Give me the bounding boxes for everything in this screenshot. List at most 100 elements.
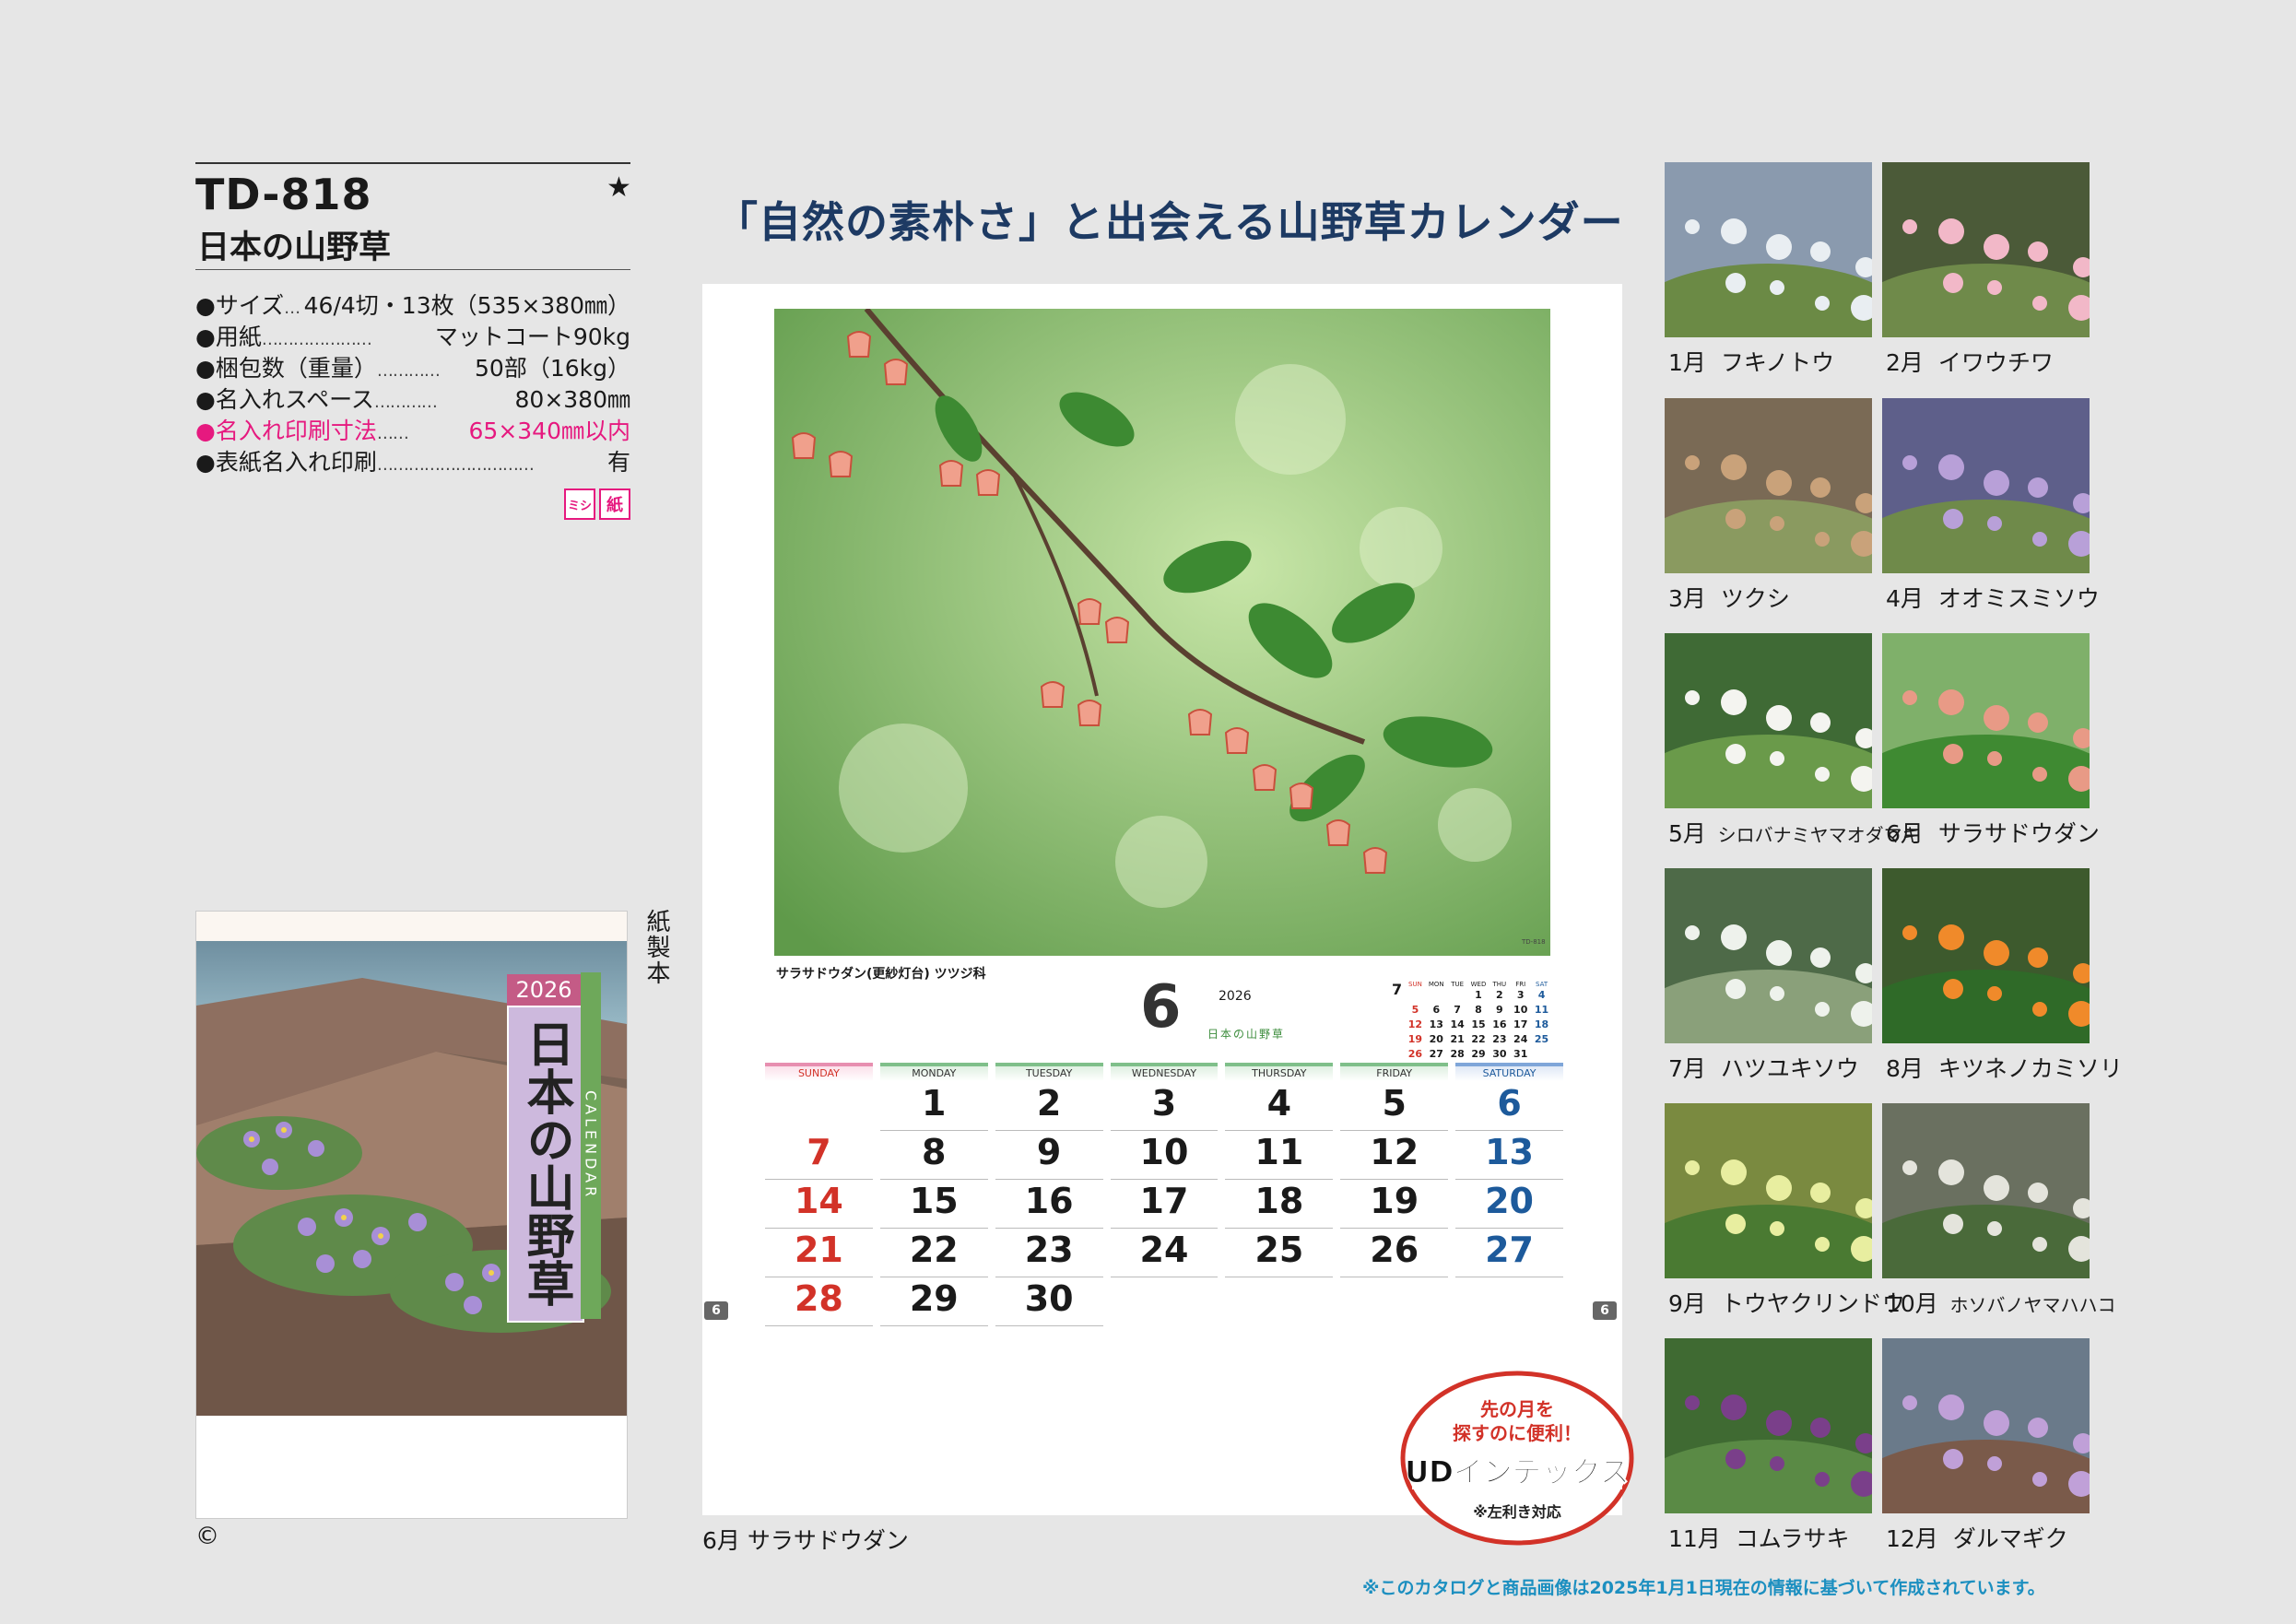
month-label-sep <box>1706 824 1718 846</box>
day-cell <box>1225 1277 1333 1325</box>
thumbnail-photo <box>1665 1338 1872 1513</box>
mini-day: 18 <box>1534 1018 1549 1030</box>
day-cell: 11 <box>1225 1131 1334 1180</box>
day-number: 24 <box>1139 1230 1189 1270</box>
month-label-month: 11月 <box>1668 1525 1721 1552</box>
day-number: 15 <box>909 1181 959 1221</box>
mini-day: 28 <box>1450 1048 1465 1060</box>
day-cell: 28 <box>765 1277 873 1326</box>
day-cell: 25 <box>1225 1229 1334 1277</box>
month-thumbnail <box>1882 1103 2090 1278</box>
month-label: 5月 シロバナミヤマオダマキ <box>1668 816 1921 849</box>
month-label-month: 6月 <box>1886 820 1924 847</box>
month-label-sep <box>1924 1055 1938 1082</box>
mini-day: 5 <box>1411 1004 1419 1016</box>
day-cell: 15 <box>879 1180 988 1229</box>
day-number: 28 <box>794 1278 843 1319</box>
day-cell: 29 <box>879 1277 988 1326</box>
material-badge: ミシ <box>564 488 595 520</box>
spec-value: 50部（16kg） <box>475 355 630 382</box>
thumbnail-photo <box>1882 162 2090 337</box>
product-code: TD-818 <box>195 170 372 219</box>
ud-badge-line2: 探すのに便利！ <box>1453 1422 1582 1444</box>
spec-label: ●梱包数（重量） <box>195 355 377 382</box>
day-cell: 9 <box>995 1131 1103 1180</box>
weekday-label: FRIDAY <box>1340 1063 1449 1081</box>
star-mark: ★ <box>606 171 631 204</box>
weekday-header: SUNDAY MONDAY TUESDAY WEDNESDAY THURSDAY FRID… <box>765 1063 1563 1081</box>
mini-day: 19 <box>1407 1033 1423 1045</box>
day-cell <box>1340 1277 1448 1325</box>
mini-weekday: SAT <box>1536 981 1548 988</box>
month-thumbnail <box>1665 1338 1872 1513</box>
ud-index-tab-right: 6 <box>1593 1301 1617 1320</box>
month-label-flower: サラサドウダン <box>1937 820 2100 847</box>
mini-weekday: THU <box>1492 981 1507 988</box>
mini-day: 12 <box>1407 1018 1423 1030</box>
mini-day: 29 <box>1471 1048 1486 1060</box>
calendar-sheet: TD-818 サラサドウダン(更紗灯台) ツツジ科 6 2026 日本の山野草 … <box>702 284 1622 1515</box>
month-label-month: 3月 <box>1668 585 1706 612</box>
day-cell: 2 <box>995 1082 1103 1131</box>
day-cell: 17 <box>1110 1180 1219 1229</box>
ud-badge-note: ※左利き対応 <box>1473 1503 1561 1521</box>
day-cell <box>1111 1277 1219 1325</box>
day-number: 19 <box>1370 1181 1419 1221</box>
month-label-sep <box>1721 1525 1736 1552</box>
weekday-label: MONDAY <box>879 1063 988 1081</box>
mini-day: 2 <box>1496 989 1503 1001</box>
month-label-month: 9月 <box>1668 1290 1706 1317</box>
spec-label: ●用紙 <box>195 324 262 350</box>
month-label-sep <box>1938 1525 1953 1552</box>
thumbnail-photo <box>1665 162 1872 337</box>
month-label-flower: イワウチワ <box>1937 349 2054 376</box>
spec-list: ●サイズ… 46/4切・13枚（535×380㎜） ●用紙………………… マットコート… <box>195 288 630 476</box>
month-label-flower: トウヤクリンドウ <box>1720 1290 1905 1317</box>
mini-day: 26 <box>1407 1048 1423 1060</box>
month-label: 4月 オオミスミソウ <box>1886 581 2100 614</box>
weekday-label: WEDNESDAY <box>1110 1063 1219 1081</box>
mini-day: 30 <box>1492 1048 1507 1060</box>
mini-day <box>1531 1047 1552 1062</box>
thumbnail-photo <box>1882 633 2090 808</box>
weekday-label: THURSDAY <box>1225 1063 1334 1081</box>
day-cell: 20 <box>1455 1180 1563 1229</box>
thumbnail-photo <box>1882 398 2090 573</box>
spec-leader: …… <box>376 424 409 443</box>
weekday-label: SUNDAY <box>765 1063 873 1081</box>
day-number: 7 <box>807 1132 831 1172</box>
ud-badge-line1: 先の月を <box>1480 1398 1554 1420</box>
day-cell: 7 <box>765 1131 873 1180</box>
month-thumbnail <box>1665 162 1872 337</box>
day-number: 20 <box>1485 1181 1534 1221</box>
mini-day: 24 <box>1513 1033 1528 1045</box>
spec-leader: ………………… <box>261 330 372 349</box>
month-label-month: 12月 <box>1886 1525 1938 1552</box>
thumbnail-photo <box>1665 868 1872 1043</box>
day-cell: 27 <box>1455 1229 1563 1277</box>
spec-value: 65×340㎜以内 <box>468 418 630 444</box>
mini-day: 20 <box>1429 1033 1443 1045</box>
month-thumbnail <box>1665 633 1872 808</box>
day-number: 8 <box>922 1132 947 1172</box>
ud-index-tab-left: 6 <box>704 1301 728 1320</box>
mini-day: 14 <box>1450 1018 1465 1030</box>
mini-day: 10 <box>1513 1004 1528 1016</box>
month-label: 7月 ハツユキソウ <box>1668 1051 1859 1084</box>
day-number: 21 <box>794 1230 843 1270</box>
cover-photo: 2026 日本の山野草 CALENDAR <box>196 941 627 1416</box>
day-cell: 4 <box>1225 1082 1334 1131</box>
material-badge: 紙 <box>599 488 630 520</box>
weekday-label: SATURDAY <box>1455 1063 1563 1081</box>
month-label-month: 7月 <box>1668 1055 1706 1082</box>
cover-header-strip <box>196 912 627 941</box>
day-cell: 6 <box>1455 1082 1563 1131</box>
material-badges: ミシ紙 <box>564 488 630 520</box>
spec-row: ●サイズ… 46/4切・13枚（535×380㎜） <box>195 288 630 319</box>
cover-year: 2026 <box>507 974 581 1006</box>
month-label-month: 5月 <box>1668 820 1706 847</box>
day-cell: 21 <box>765 1229 873 1277</box>
day-cell: 19 <box>1340 1180 1449 1229</box>
day-cell: 23 <box>995 1229 1103 1277</box>
month-label: 6月 サラサドウダン <box>1886 816 2100 849</box>
